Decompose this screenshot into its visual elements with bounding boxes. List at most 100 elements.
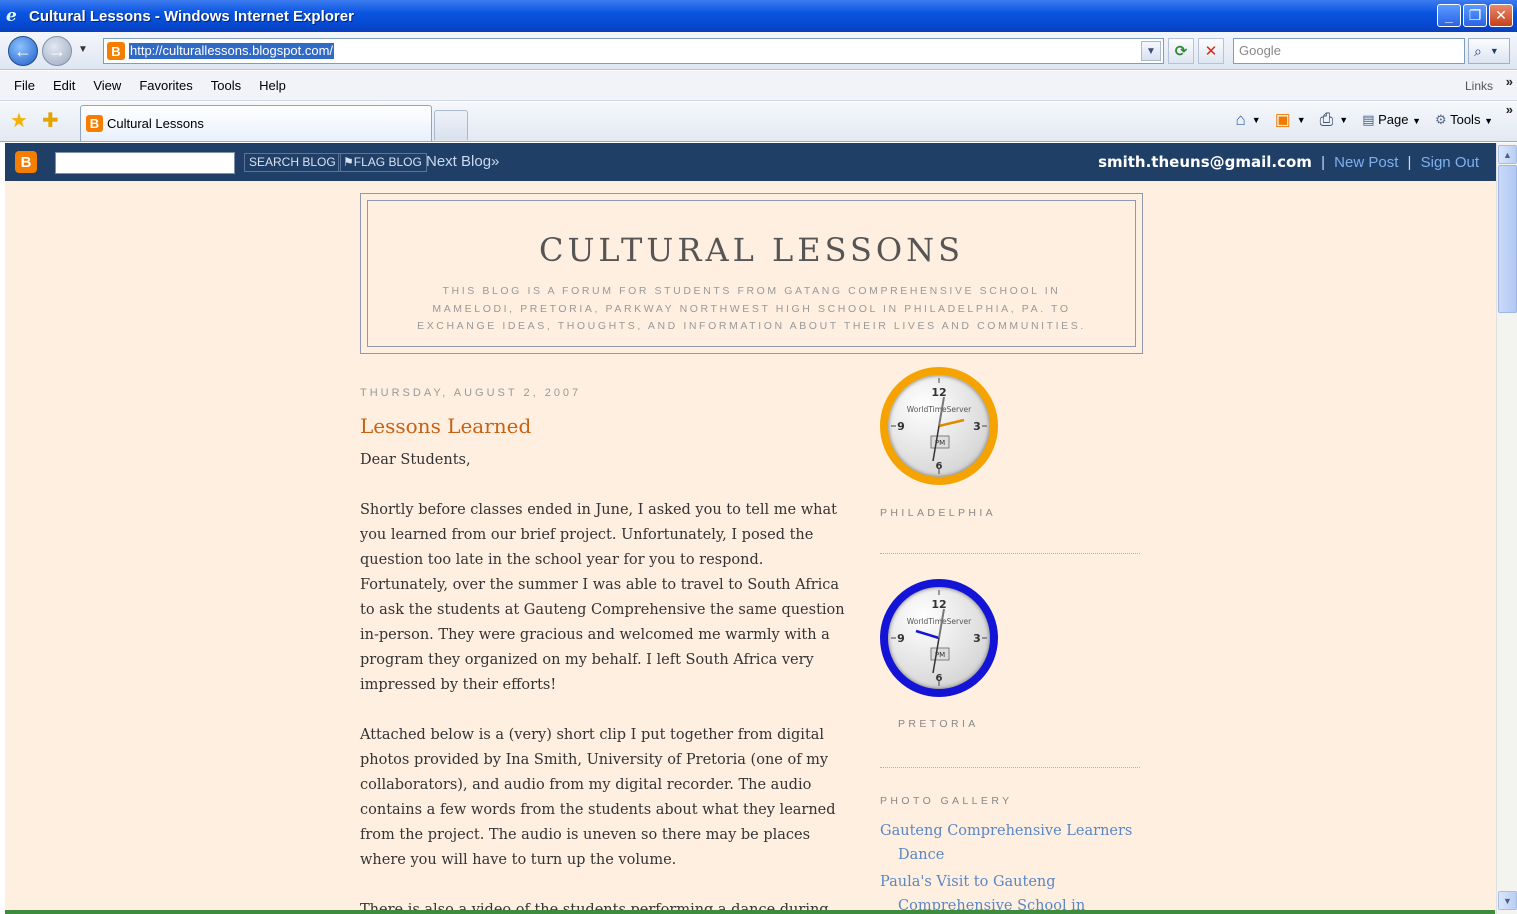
recent-pages-dropdown-icon[interactable]: ▼ <box>78 44 88 55</box>
flag-blog-button[interactable]: ⚑FLAG BLOG <box>338 153 427 172</box>
navbar-user-links: smith.theuns@gmail.com | New Post | Sign… <box>1098 153 1479 171</box>
sign-out-link[interactable]: Sign Out <box>1421 154 1479 171</box>
gallery-link-learners-dance[interactable]: Gauteng Comprehensive Learners Dance <box>880 819 1142 867</box>
tab-bar: ★ ✚ B Cultural Lessons ⌂ ▼ ▣ ▼ ⎙ ▼ ▤ Page ▼… <box>0 102 1517 142</box>
page-icon: ▤ <box>1362 112 1375 127</box>
favorites-center-icon[interactable]: ★ <box>10 110 28 132</box>
address-url[interactable]: http://culturallessons.blogspot.com/ <box>129 43 335 59</box>
clock-numeral-3: 3 <box>973 632 981 645</box>
clock-numeral-6: 6 <box>936 461 943 472</box>
post-paragraph: Dear Students, <box>360 452 471 468</box>
close-button[interactable]: ✕ <box>1489 4 1513 27</box>
photo-gallery-heading: PHOTO GALLERY <box>880 795 1013 807</box>
scrollbar-thumb[interactable] <box>1498 165 1517 313</box>
separator: | <box>1321 154 1325 171</box>
menu-favorites[interactable]: Favorites <box>139 78 192 93</box>
blogger-navbar: B SEARCH BLOG ⚑FLAG BLOG Next Blog» smit… <box>5 143 1496 181</box>
menu-tools[interactable]: Tools <box>211 78 241 93</box>
blogger-favicon-icon: B <box>107 42 125 60</box>
post-paragraph: Shortly before classes ended in June, I … <box>360 502 845 693</box>
blog-search-input[interactable] <box>55 152 235 174</box>
page-menu-button[interactable]: ▤ Page ▼ <box>1362 112 1421 128</box>
search-options-dropdown-icon[interactable]: ▼ <box>1490 46 1499 56</box>
flag-blog-label: FLAG BLOG <box>353 155 422 169</box>
post-title[interactable]: Lessons Learned <box>360 414 531 438</box>
page-menu-label: Page <box>1378 112 1409 127</box>
stop-button[interactable]: ✕ <box>1198 38 1224 64</box>
add-to-favorites-icon[interactable]: ✚ <box>42 110 59 132</box>
pretoria-label: PRETORIA <box>898 718 979 730</box>
menu-edit[interactable]: Edit <box>53 78 75 93</box>
search-icon: ⌕ <box>1474 42 1482 59</box>
internet-explorer-icon: e <box>6 6 17 26</box>
clock-numeral-9: 9 <box>897 420 905 433</box>
address-dropdown-icon[interactable]: ▼ <box>1141 41 1161 61</box>
menu-bar: File Edit View Favorites Tools Help Link… <box>0 71 1517 101</box>
search-blog-button[interactable]: SEARCH BLOG <box>244 153 341 172</box>
home-dropdown-icon[interactable]: ▼ <box>1252 115 1261 125</box>
clock-numeral-6: 6 <box>936 673 943 684</box>
tab-cultural-lessons[interactable]: B Cultural Lessons <box>80 105 432 141</box>
sidebar-divider <box>880 767 1140 768</box>
blogger-logo-icon[interactable]: B <box>15 151 37 173</box>
window-controls: _ ❐ ✕ <box>1437 4 1513 27</box>
blog-header: CULTURAL LESSONS This blog is a forum fo… <box>360 193 1143 354</box>
links-chevron-icon[interactable]: » <box>1506 74 1513 89</box>
tools-menu-button[interactable]: ⚙ Tools ▼ <box>1435 112 1493 128</box>
search-input[interactable]: Google <box>1233 38 1465 64</box>
command-bar: ⌂ ▼ ▣ ▼ ⎙ ▼ ▤ Page ▼ ⚙ Tools ▼ <box>1235 110 1493 130</box>
links-toolbar[interactable]: Links <box>1465 79 1493 93</box>
philadelphia-clock-widget[interactable]: 12 3 6 9 WorldTimeServer PM <box>880 367 998 485</box>
address-toolbar: ← → ▼ B http://culturallessons.blogspot.… <box>0 32 1517 70</box>
clock-brand: WorldTimeServer <box>907 617 972 626</box>
new-tab-button[interactable] <box>434 110 468 140</box>
user-email: smith.theuns@gmail.com <box>1098 153 1312 171</box>
pretoria-clock-widget[interactable]: 12 3 6 9 WorldTimeServer PM <box>880 579 998 697</box>
home-icon[interactable]: ⌂ <box>1235 110 1245 130</box>
tools-menu-label: Tools <box>1450 112 1481 127</box>
scroll-down-arrow-icon[interactable]: ▼ <box>1498 891 1517 910</box>
tools-dropdown-icon: ▼ <box>1484 116 1493 126</box>
gallery-link-paulas-visit[interactable]: Paula's Visit to Gauteng Comprehensive S… <box>880 870 1142 914</box>
window-titlebar: e Cultural Lessons - Windows Internet Ex… <box>0 0 1517 32</box>
menu-view[interactable]: View <box>93 78 121 93</box>
clock-face-icon: 12 3 6 9 WorldTimeServer PM <box>891 378 987 474</box>
separator: | <box>1407 154 1412 171</box>
loading-progress-strip <box>5 910 1495 914</box>
restore-button[interactable]: ❐ <box>1463 4 1487 27</box>
refresh-button[interactable]: ⟳ <box>1168 38 1194 64</box>
page-dropdown-icon: ▼ <box>1412 116 1422 126</box>
clock-numeral-12: 12 <box>931 598 946 611</box>
flag-icon: ⚑ <box>343 155 354 169</box>
clock-numeral-12: 12 <box>931 386 946 399</box>
menu-help[interactable]: Help <box>259 78 286 93</box>
minimize-button[interactable]: _ <box>1437 4 1461 27</box>
blog-header-inner: CULTURAL LESSONS This blog is a forum fo… <box>367 200 1136 347</box>
print-dropdown-icon[interactable]: ▼ <box>1339 115 1348 125</box>
window-title: Cultural Lessons - Windows Internet Expl… <box>29 7 354 25</box>
philadelphia-label: PHILADELPHIA <box>880 507 997 519</box>
clock-numeral-3: 3 <box>973 420 981 433</box>
post-date: THURSDAY, AUGUST 2, 2007 <box>360 387 582 399</box>
new-post-link[interactable]: New Post <box>1334 154 1398 171</box>
sidebar-divider <box>880 553 1140 554</box>
tab-title: Cultural Lessons <box>107 116 204 131</box>
clock-numeral-9: 9 <box>897 632 905 645</box>
print-icon[interactable]: ⎙ <box>1320 110 1334 130</box>
feeds-icon[interactable]: ▣ <box>1275 110 1291 130</box>
blog-title[interactable]: CULTURAL LESSONS <box>368 231 1135 269</box>
clock-brand: WorldTimeServer <box>907 405 972 414</box>
post-paragraph: Attached below is a (very) short clip I … <box>360 727 836 868</box>
scroll-up-arrow-icon[interactable]: ▲ <box>1498 145 1517 164</box>
address-bar[interactable]: B http://culturallessons.blogspot.com/ ▼ <box>103 38 1164 64</box>
command-bar-chevron-icon[interactable]: » <box>1506 102 1513 117</box>
post-body: Dear Students, Shortly before classes en… <box>360 448 845 914</box>
next-blog-link[interactable]: Next Blog» <box>426 153 499 170</box>
back-button[interactable]: ← <box>8 36 38 66</box>
feeds-dropdown-icon[interactable]: ▼ <box>1297 115 1306 125</box>
vertical-scrollbar[interactable]: ▲ ▼ <box>1496 143 1517 914</box>
photo-gallery-list: Gauteng Comprehensive Learners Dance Pau… <box>880 819 1142 914</box>
menu-file[interactable]: File <box>14 78 35 93</box>
forward-button[interactable]: → <box>42 36 72 66</box>
search-button[interactable]: ⌕ ▼ <box>1468 38 1510 64</box>
